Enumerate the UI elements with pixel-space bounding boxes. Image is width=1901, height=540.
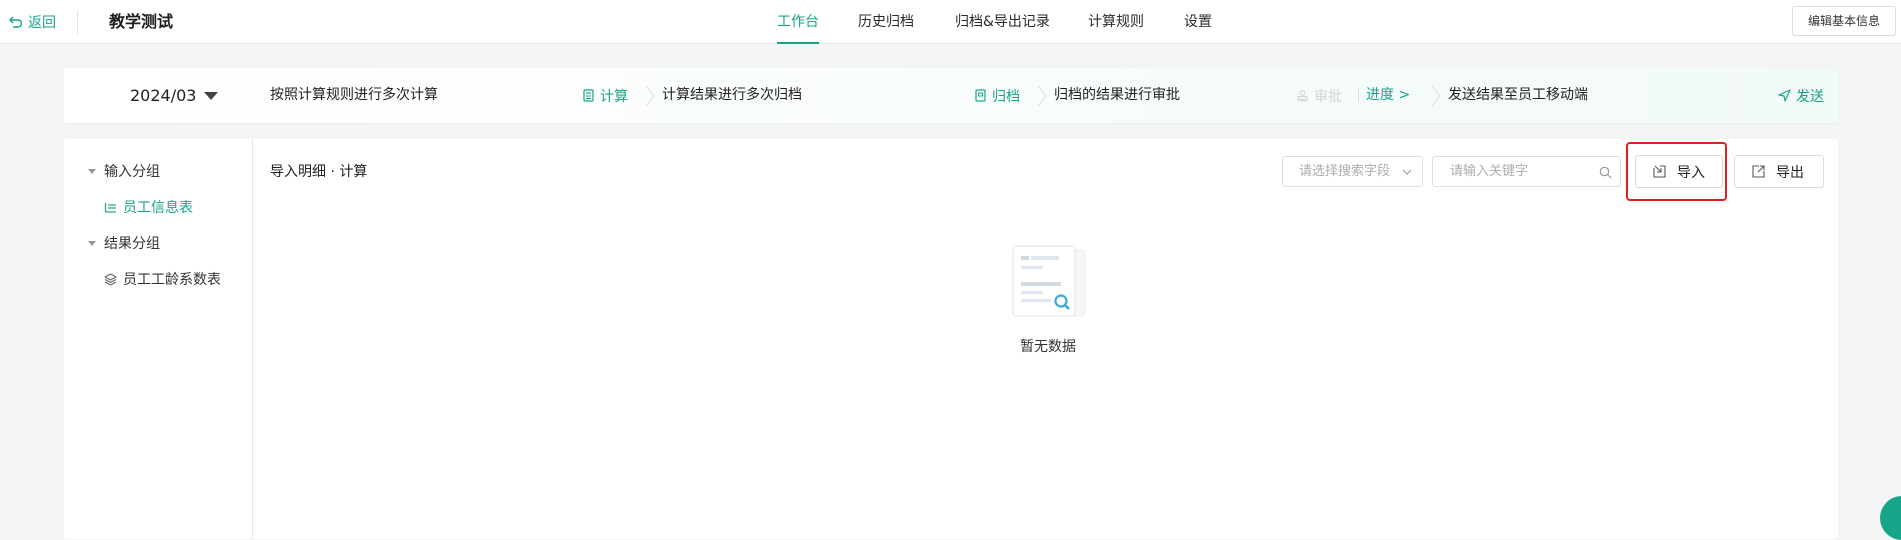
keyword-input[interactable] <box>1448 157 1598 186</box>
back-label: 返回 <box>28 15 56 31</box>
step-chevron-icon <box>1431 85 1441 107</box>
sidebar-item-seniority-coefficient[interactable]: 员工工龄系数表 <box>104 269 221 289</box>
calculate-label: 计算 <box>600 88 628 105</box>
step-chevron-icon <box>645 85 655 107</box>
send-icon <box>1778 89 1791 102</box>
period-value: 2024/03 <box>130 86 197 105</box>
back-button[interactable]: 返回 <box>8 0 56 44</box>
export-button[interactable]: 导出 <box>1734 155 1824 188</box>
divider <box>1358 89 1359 102</box>
archive-button[interactable]: 归档 <box>974 68 1020 123</box>
caret-down-icon <box>204 91 219 100</box>
tab-archive-export-records[interactable]: 归档&导出记录 <box>955 0 1050 44</box>
app-title: 教学测试 <box>109 12 174 31</box>
sidebar-group-result[interactable]: 结果分组 <box>88 233 160 253</box>
sidebar-group-input[interactable]: 输入分组 <box>88 161 160 181</box>
workflow-steps: 2024/03 按照计算规则进行多次计算 计算 计算结果进行多次归档 归档 归档… <box>64 68 1838 123</box>
edit-basic-info-button[interactable]: 编辑基本信息 <box>1792 6 1896 36</box>
select-placeholder: 请选择搜索字段 <box>1299 164 1391 179</box>
calculator-icon <box>583 89 594 102</box>
approve-button[interactable]: 审批 <box>1296 68 1342 123</box>
period-selector[interactable]: 2024/03 <box>130 68 219 123</box>
export-label: 导出 <box>1776 164 1804 181</box>
sidebar-item-label: 员工信息表 <box>123 200 193 216</box>
header-divider <box>77 10 78 34</box>
chevron-down-icon <box>1402 169 1412 175</box>
tab-settings[interactable]: 设置 <box>1184 0 1212 44</box>
import-label: 导入 <box>1677 164 1705 181</box>
stamp-icon <box>1297 90 1308 102</box>
tab-workbench[interactable]: 工作台 <box>777 0 819 44</box>
approve-label: 审批 <box>1314 88 1342 105</box>
step-approve-description: 归档的结果进行审批 <box>1054 87 1180 103</box>
approval-progress-link[interactable]: 进度 > <box>1366 68 1410 123</box>
search-field-select[interactable]: 请选择搜索字段 <box>1282 156 1423 187</box>
main-panel: 输入分组 员工信息表 结果分组 员工工龄系数表 导入明细 · 计算 请选择搜索字… <box>64 139 1838 539</box>
archive-icon <box>975 89 986 102</box>
group-label: 结果分组 <box>104 236 160 252</box>
empty-state-text: 暂无数据 <box>1020 339 1076 355</box>
group-label: 输入分组 <box>104 164 160 180</box>
archive-label: 归档 <box>992 88 1020 105</box>
step-chevron-icon <box>1037 85 1047 107</box>
send-label: 发送 <box>1796 88 1824 105</box>
import-icon <box>1653 165 1666 178</box>
undo-arrow-icon <box>9 16 23 28</box>
export-icon <box>1752 165 1765 178</box>
sidebar-item-employee-info[interactable]: 员工信息表 <box>104 197 193 217</box>
collapse-triangle-icon <box>88 168 96 174</box>
list-icon <box>104 202 116 213</box>
empty-document-icon <box>1012 245 1086 317</box>
tab-history-archive[interactable]: 历史归档 <box>858 0 914 44</box>
calculate-button[interactable]: 计算 <box>582 68 628 123</box>
step-send-description: 发送结果至员工移动端 <box>1448 87 1588 103</box>
search-icon[interactable] <box>1599 166 1612 179</box>
keyword-search <box>1432 156 1621 187</box>
sidebar-item-label: 员工工龄系数表 <box>123 272 221 288</box>
tab-calculation-rules[interactable]: 计算规则 <box>1088 0 1144 44</box>
layers-icon <box>104 272 117 286</box>
floating-help-button[interactable] <box>1880 496 1901 540</box>
table-sidebar: 输入分组 员工信息表 结果分组 员工工龄系数表 <box>64 139 253 539</box>
send-button[interactable]: 发送 <box>1778 68 1824 123</box>
step-archive-description: 计算结果进行多次归档 <box>662 87 802 103</box>
collapse-triangle-icon <box>88 240 96 246</box>
top-bar: 返回 教学测试 工作台 历史归档 归档&导出记录 计算规则 设置 编辑基本信息 <box>0 0 1901 44</box>
step-calculate-description: 按照计算规则进行多次计算 <box>270 87 438 103</box>
content-title: 导入明细 · 计算 <box>270 164 368 180</box>
import-button[interactable]: 导入 <box>1635 155 1723 188</box>
